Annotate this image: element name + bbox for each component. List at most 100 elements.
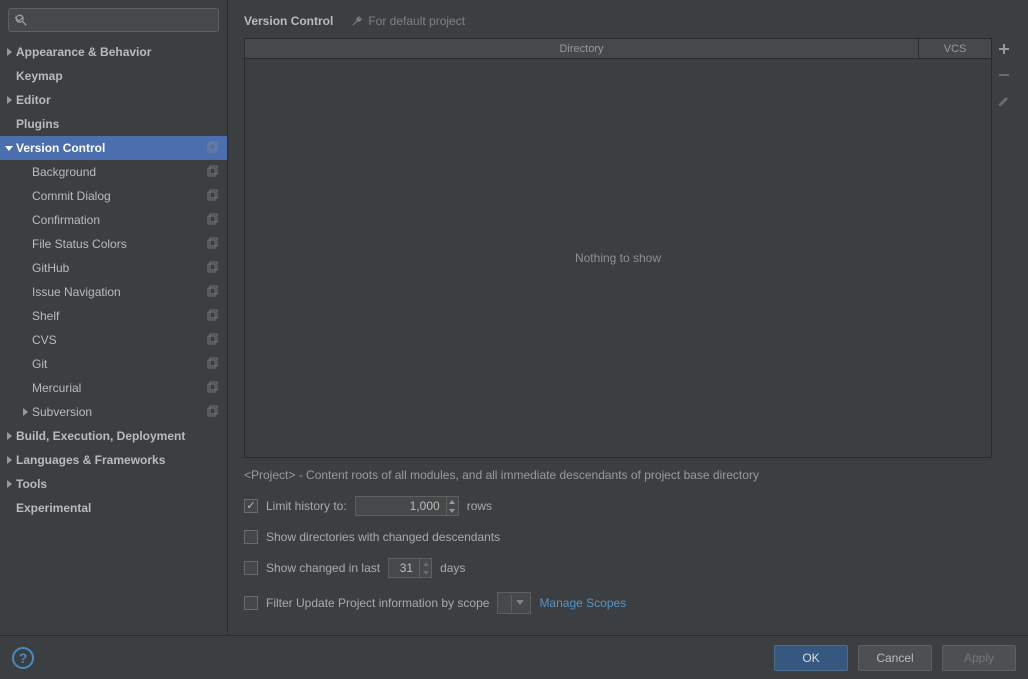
chevron-down-icon	[516, 600, 524, 606]
table-empty: Nothing to show	[245, 59, 991, 457]
limit-history-input[interactable]: 1,000	[355, 496, 459, 516]
project-hint: <Project> - Content roots of all modules…	[244, 468, 1012, 482]
search-box[interactable]	[8, 8, 219, 32]
sidebar-item-label: Git	[32, 357, 205, 371]
show-changed-input[interactable]: 31	[388, 558, 432, 578]
table-empty-text: Nothing to show	[575, 251, 661, 265]
cancel-label: Cancel	[876, 651, 913, 665]
sidebar-item-git[interactable]: Git	[0, 352, 227, 376]
sidebar-item-languages-frameworks[interactable]: Languages & Frameworks	[0, 448, 227, 472]
sidebar-item-tools[interactable]: Tools	[0, 472, 227, 496]
sidebar-item-cvs[interactable]: CVS	[0, 328, 227, 352]
sidebar-item-file-status-colors[interactable]: File Status Colors	[0, 232, 227, 256]
sidebar-item-keymap[interactable]: Keymap	[0, 64, 227, 88]
cancel-button[interactable]: Cancel	[858, 645, 932, 671]
sidebar-item-label: GitHub	[32, 261, 205, 275]
column-vcs[interactable]: VCS	[919, 39, 991, 58]
limit-history-label: Limit history to:	[266, 499, 347, 513]
chevron-up-icon	[423, 562, 429, 566]
ok-button[interactable]: OK	[774, 645, 848, 671]
plus-icon	[997, 42, 1011, 56]
sidebar-item-plugins[interactable]: Plugins	[0, 112, 227, 136]
vcs-mappings-table[interactable]: Directory VCS Nothing to show	[244, 38, 992, 458]
show-changed-row: Show changed in last 31 days	[244, 558, 1012, 578]
spinner[interactable]	[419, 559, 431, 577]
dialog-footer: ? OK Cancel Apply	[0, 635, 1028, 679]
show-changed-prefix: Show changed in last	[266, 561, 380, 575]
chevron-down-icon	[423, 571, 429, 575]
sidebar-item-label: Keymap	[16, 69, 219, 83]
filter-scope-checkbox[interactable]	[244, 596, 258, 610]
spinner[interactable]	[446, 497, 458, 515]
project-level-icon	[205, 381, 219, 395]
expand-arrow-right-icon[interactable]	[2, 480, 16, 488]
chevron-up-icon	[449, 500, 455, 504]
sidebar-item-mercurial[interactable]: Mercurial	[0, 376, 227, 400]
apply-label: Apply	[964, 651, 994, 665]
remove-button[interactable]	[995, 66, 1013, 84]
page-subtitle: For default project	[351, 14, 465, 28]
sidebar-item-label: Subversion	[32, 405, 205, 419]
table-header: Directory VCS	[245, 39, 991, 59]
project-level-icon	[205, 213, 219, 227]
pencil-icon	[997, 94, 1011, 108]
sidebar-item-subversion[interactable]: Subversion	[0, 400, 227, 424]
sidebar-item-editor[interactable]: Editor	[0, 88, 227, 112]
expand-arrow-right-icon[interactable]	[18, 408, 32, 416]
sidebar-item-label: Commit Dialog	[32, 189, 205, 203]
show-changed-suffix: days	[440, 561, 465, 575]
settings-sidebar: Appearance & Behavior Keymap Editor Plugins…	[0, 0, 228, 635]
sidebar-item-label: Issue Navigation	[32, 285, 205, 299]
scope-combo[interactable]	[497, 592, 531, 614]
sidebar-item-label: Plugins	[16, 117, 219, 131]
expand-arrow-right-icon[interactable]	[2, 432, 16, 440]
expand-arrow-right-icon[interactable]	[2, 96, 16, 104]
filter-scope-label: Filter Update Project information by sco…	[266, 596, 489, 610]
sidebar-item-label: File Status Colors	[32, 237, 205, 251]
show-directories-row: Show directories with changed descendant…	[244, 530, 1012, 544]
sidebar-item-confirmation[interactable]: Confirmation	[0, 208, 227, 232]
sidebar-item-issue-navigation[interactable]: Issue Navigation	[0, 280, 227, 304]
limit-history-checkbox[interactable]	[244, 499, 258, 513]
show-directories-label: Show directories with changed descendant…	[266, 530, 500, 544]
sidebar-item-shelf[interactable]: Shelf	[0, 304, 227, 328]
manage-scopes-link[interactable]: Manage Scopes	[539, 596, 626, 610]
sidebar-item-experimental[interactable]: Experimental	[0, 496, 227, 520]
content-header: Version Control For default project	[228, 0, 1028, 38]
chevron-down-icon[interactable]	[14, 14, 24, 24]
project-level-icon	[205, 309, 219, 323]
options-panel: <Project> - Content roots of all modules…	[228, 464, 1028, 614]
wrench-icon	[351, 15, 363, 27]
show-directories-checkbox[interactable]	[244, 530, 258, 544]
expand-arrow-right-icon[interactable]	[2, 456, 16, 464]
sidebar-item-label: Mercurial	[32, 381, 205, 395]
project-level-icon	[205, 333, 219, 347]
settings-content: Version Control For default project Dire…	[228, 0, 1028, 635]
sidebar-item-version-control[interactable]: Version Control	[0, 136, 227, 160]
project-level-icon	[205, 405, 219, 419]
settings-tree[interactable]: Appearance & Behavior Keymap Editor Plugins…	[0, 40, 227, 635]
sidebar-item-label: Shelf	[32, 309, 205, 323]
show-changed-checkbox[interactable]	[244, 561, 258, 575]
vcs-mappings-area: Directory VCS Nothing to show	[244, 38, 1016, 458]
sidebar-item-github[interactable]: GitHub	[0, 256, 227, 280]
edit-button[interactable]	[995, 92, 1013, 110]
expand-arrow-down-icon[interactable]	[2, 144, 16, 152]
expand-arrow-right-icon[interactable]	[2, 48, 16, 56]
column-directory[interactable]: Directory	[245, 39, 919, 58]
search-input[interactable]	[33, 9, 200, 31]
help-button[interactable]: ?	[12, 647, 34, 669]
sidebar-item-label: Languages & Frameworks	[16, 453, 219, 467]
sidebar-item-build-execution-deployment[interactable]: Build, Execution, Deployment	[0, 424, 227, 448]
sidebar-item-label: Background	[32, 165, 205, 179]
project-level-icon	[205, 237, 219, 251]
project-level-icon	[205, 165, 219, 179]
ok-label: OK	[802, 651, 819, 665]
apply-button[interactable]: Apply	[942, 645, 1016, 671]
sidebar-item-background[interactable]: Background	[0, 160, 227, 184]
add-button[interactable]	[995, 40, 1013, 58]
filter-scope-row: Filter Update Project information by sco…	[244, 592, 1012, 614]
sidebar-item-commit-dialog[interactable]: Commit Dialog	[0, 184, 227, 208]
sidebar-item-appearance-behavior[interactable]: Appearance & Behavior	[0, 40, 227, 64]
limit-history-value: 1,000	[356, 497, 446, 515]
